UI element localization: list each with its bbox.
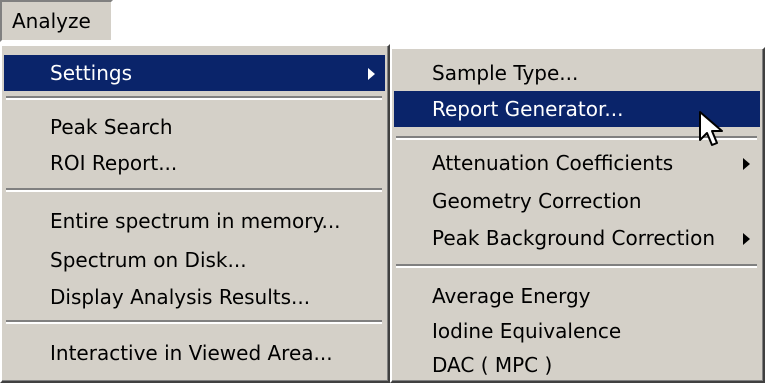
menu-item-attenuation-coefficients[interactable]: Attenuation Coefficients (394, 145, 760, 181)
menu-item-spectrum-on-disk[interactable]: Spectrum on Disk... (4, 242, 385, 278)
analyze-dropdown-menu: Settings Peak Search ROI Report... Entir… (0, 44, 390, 383)
menu-item-geometry-correction[interactable]: Geometry Correction (394, 183, 760, 219)
menu-item-settings-label: Settings (50, 61, 133, 85)
menu-item-sample-type[interactable]: Sample Type... (394, 55, 760, 91)
menu-item-iodine-equivalence[interactable]: Iodine Equivalence (394, 313, 760, 349)
menu-item-dac[interactable]: DAC ( MPC ) (394, 347, 760, 383)
settings-submenu: Sample Type... Report Generator... Atten… (390, 47, 765, 383)
menu-item-interactive[interactable]: Interactive in Viewed Area... (4, 335, 385, 371)
submenu-arrow-icon (368, 68, 375, 80)
analyze-menu[interactable]: Analyze (0, 0, 113, 42)
menu-item-peak-background[interactable]: Peak Background Correction (394, 220, 760, 256)
submenu-arrow-icon (743, 233, 750, 245)
menu-item-settings[interactable]: Settings (4, 55, 385, 91)
menu-separator (6, 96, 382, 100)
menu-separator (6, 320, 382, 324)
menu-item-peak-background-label: Peak Background Correction (432, 226, 715, 250)
menu-item-attenuation-label: Attenuation Coefficients (432, 151, 674, 175)
menu-separator (6, 188, 382, 192)
menu-item-peak-search[interactable]: Peak Search (4, 109, 385, 145)
menu-item-entire-spectrum[interactable]: Entire spectrum in memory... (4, 203, 385, 239)
menu-item-display-analysis[interactable]: Display Analysis Results... (4, 279, 385, 315)
mouse-pointer-icon (699, 111, 723, 146)
submenu-arrow-icon (743, 158, 750, 170)
menu-item-roi-report[interactable]: ROI Report... (4, 145, 385, 181)
menu-separator (396, 264, 757, 268)
menu-item-average-energy[interactable]: Average Energy (394, 278, 760, 314)
